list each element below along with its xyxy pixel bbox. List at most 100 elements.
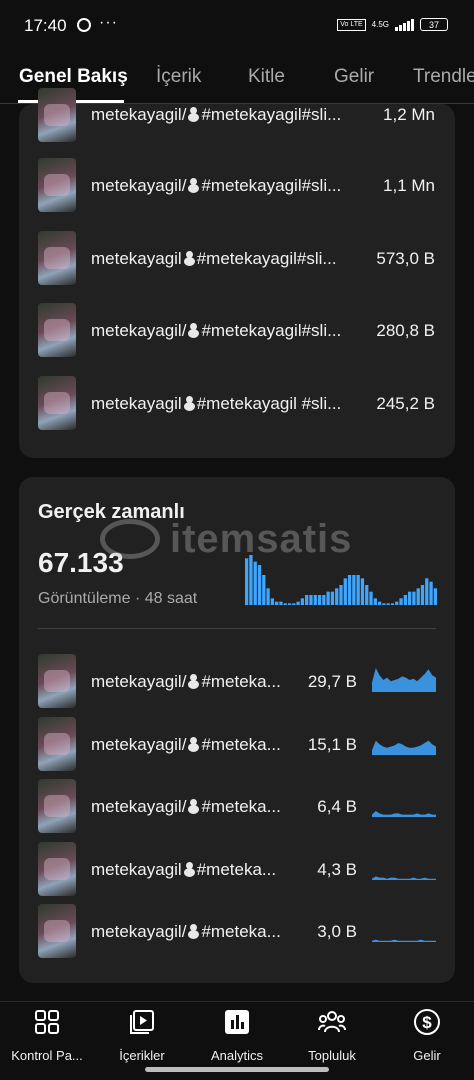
view-count: 29,7 B: [307, 672, 357, 691]
video-thumbnail: [38, 842, 76, 896]
battery-icon: 37: [420, 18, 448, 31]
sparkline-area: [372, 939, 436, 942]
realtime-bar: [352, 575, 356, 605]
video-title: metekayagil/#meteka...: [91, 735, 281, 754]
video-title: metekayagil/#meteka...: [91, 797, 281, 816]
realtime-bar: [266, 588, 270, 605]
realtime-bar: [257, 565, 262, 605]
realtime-bar: [365, 585, 369, 605]
snowman-icon: [187, 736, 200, 752]
content-icon: [130, 1010, 154, 1034]
realtime-bar: [309, 595, 313, 605]
list-item[interactable]: metekayagil #metekayagil#sli... 573,0 B: [19, 231, 455, 287]
list-item[interactable]: metekayagil #meteka... 4,3 B: [19, 842, 455, 898]
nav-label: Analytics: [210, 1048, 264, 1063]
view-count: 245,2 B: [376, 394, 435, 413]
realtime-bar: [369, 591, 373, 605]
snowman-icon: [183, 395, 196, 411]
realtime-bar: [279, 601, 283, 605]
tab-overview[interactable]: Genel Bakış: [19, 66, 128, 88]
realtime-bar: [347, 575, 352, 605]
list-item[interactable]: metekayagil/#meteka... 3,0 B: [19, 904, 455, 960]
more-notifications-icon: ···: [99, 14, 118, 31]
nav-label: Gelir: [413, 1048, 441, 1063]
view-count: 15,1 B: [307, 735, 357, 754]
list-item[interactable]: metekayagil/#meteka... 29,7 B: [19, 654, 455, 710]
nav-dashboard[interactable]: Kontrol Pa...: [2, 1008, 92, 1063]
home-indicator[interactable]: [145, 1067, 329, 1072]
video-thumbnail: [38, 376, 76, 430]
realtime-bar: [339, 585, 343, 605]
realtime-subtitle: Görüntüleme · 48 saat: [38, 590, 198, 607]
tab-revenue[interactable]: Gelir: [334, 66, 374, 88]
video-thumbnail: [38, 231, 76, 285]
realtime-bar: [270, 598, 275, 605]
realtime-bar: [275, 601, 279, 605]
tab-audience[interactable]: Kitle: [248, 66, 285, 88]
realtime-bar: [420, 585, 425, 605]
realtime-bar: [313, 595, 317, 605]
realtime-bar: [373, 598, 377, 605]
realtime-bar: [433, 588, 437, 605]
snowman-icon: [187, 322, 200, 338]
tab-trends[interactable]: Trendle: [413, 66, 474, 88]
status-bar: 17:40 ··· Vo LTE 4.5G 37: [0, 0, 474, 48]
video-title: metekayagil/#meteka...: [91, 672, 281, 691]
list-item[interactable]: metekayagil/#metekayagil#sli... 1,1 Mn: [19, 158, 455, 214]
video-title: metekayagil/#metekayagil#sli...: [91, 176, 342, 195]
watermark-logo: itemsatis: [100, 515, 380, 563]
realtime-bar: [253, 561, 257, 605]
nav-community[interactable]: Topluluk: [287, 1008, 377, 1063]
video-title: metekayagil #metekayagil #sli...: [91, 394, 342, 413]
list-item[interactable]: metekayagil/#metekayagil#sli... 1,2 Mn: [19, 88, 455, 144]
realtime-bar: [292, 603, 296, 605]
sparkline-chart: [372, 876, 436, 880]
list-item[interactable]: metekayagil #metekayagil #sli... 245,2 B: [19, 376, 455, 432]
video-thumbnail: [38, 303, 76, 357]
view-count: 3,0 B: [317, 922, 357, 941]
realtime-bar: [245, 558, 249, 605]
realtime-bar: [382, 603, 386, 605]
snowman-icon: [187, 798, 200, 814]
view-count: 4,3 B: [317, 860, 357, 879]
video-thumbnail: [38, 158, 76, 212]
sparkline-area: [372, 668, 436, 692]
nav-earn[interactable]: $ Gelir: [382, 1008, 472, 1063]
snowman-icon: [183, 861, 196, 877]
view-count: 280,8 B: [376, 321, 435, 340]
realtime-bar: [399, 598, 403, 605]
sparkline-chart: [372, 811, 436, 817]
nav-content[interactable]: İçerikler: [97, 1008, 187, 1063]
tab-content[interactable]: İçerik: [156, 66, 201, 88]
snowman-icon: [187, 106, 200, 122]
view-count: 573,0 B: [376, 249, 435, 268]
video-thumbnail: [38, 717, 76, 771]
video-thumbnail: [38, 88, 76, 142]
realtime-bar: [296, 601, 300, 605]
video-title: metekayagil/#meteka...: [91, 922, 281, 941]
realtime-bar: [330, 591, 335, 605]
realtime-bar: [305, 595, 309, 605]
video-title: metekayagil #metekayagil#sli...: [91, 249, 337, 268]
realtime-bar: [386, 603, 390, 605]
sparkline-area: [372, 876, 436, 880]
list-item[interactable]: metekayagil/#meteka... 15,1 B: [19, 717, 455, 773]
list-item[interactable]: metekayagil/#meteka... 6,4 B: [19, 779, 455, 835]
video-thumbnail: [38, 654, 76, 708]
snowman-icon: [187, 673, 200, 689]
realtime-bar: [377, 601, 382, 605]
realtime-bar: [343, 578, 347, 605]
video-title: metekayagil/#metekayagil#sli...: [91, 321, 342, 340]
nav-label: Topluluk: [308, 1048, 356, 1063]
snowman-icon: [183, 250, 196, 266]
list-item[interactable]: metekayagil/#metekayagil#sli... 280,8 B: [19, 303, 455, 359]
video-thumbnail: [38, 779, 76, 833]
nav-label: Kontrol Pa...: [11, 1048, 83, 1063]
top-content-card: metekayagil/#metekayagil#sli... 1,2 Mn m…: [19, 88, 455, 458]
nav-analytics[interactable]: Analytics: [192, 1008, 282, 1063]
realtime-bar: [429, 581, 433, 605]
dashboard-icon: [35, 1010, 59, 1034]
realtime-bar: [416, 588, 420, 605]
realtime-bar: [412, 591, 416, 605]
realtime-bar: [322, 595, 326, 605]
